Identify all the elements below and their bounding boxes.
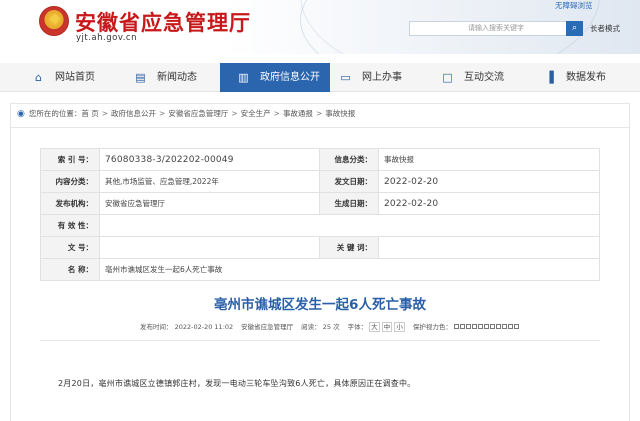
eye-care-swatches [453,324,519,329]
color-swatch[interactable] [513,324,519,329]
table-row: 索 引 号： 76080338-3/202202-00049 信息分类： 事故快… [40,148,600,171]
national-emblem-icon [39,6,69,36]
meta-divider [40,340,600,341]
name-label: 名 称： [40,258,100,281]
location-pin-icon: ◉ [17,108,25,119]
search-icon: ⌕ [571,23,578,33]
document-icon: ▥ [238,70,249,84]
breadcrumb-item[interactable]: 政府信息公开 [111,108,156,119]
color-swatch[interactable] [501,324,507,329]
accessibility-link[interactable]: 无障碍浏览 [555,0,593,11]
breadcrumb-item[interactable]: 安徽省应急管理厅 [168,108,228,119]
font-size-small-button[interactable]: 小 [394,322,405,332]
nav-item-interaction[interactable]: □ 互动交流 [442,63,504,92]
nav-item-data[interactable]: ▐ 数据发布 [544,63,606,92]
font-size-label: 字体： [347,323,368,331]
elder-mode-link[interactable]: 长者模式 [590,23,620,34]
publish-time-value: 2022-02-20 11:02 [174,323,234,331]
nav-item-label: 数据发布 [566,72,606,83]
breadcrumb-prefix: 您所在的位置： [28,109,82,118]
news-icon: ▤ [135,70,146,84]
table-row: 内容分类： 其他,市场监管、应急管理,2022年 发文日期： 2022-02-2… [40,170,600,193]
color-swatch[interactable] [507,324,513,329]
view-count-label: 阅读： [301,323,321,331]
table-row: 发布机构： 安徽省应急管理厅 生成日期： 2022-02-20 [40,192,600,215]
nav-item-label: 网站首页 [55,72,95,83]
article-source: 安徽省应急管理厅 [241,323,294,331]
nav-item-label: 新闻动态 [157,72,197,83]
site-header: 安徽省应急管理厅 yjt.ah.gov.cn 无障碍浏览 请输入搜索关键字 ⌕ … [0,0,640,54]
topic-value: 其他,市场监管、应急管理,2022年 [99,170,320,193]
breadcrumb-separator: > [273,109,280,118]
breadcrumb-item[interactable]: 事故通报 [283,108,313,119]
view-count: 阅读： 25 次 [301,321,339,331]
date-value: 2022-02-20 [378,170,600,193]
date-label: 发文日期： [319,170,379,193]
breadcrumb: ◉ 您所在的位置： 首 页 > 政府信息公开 > 安徽省应急管理厅 > 安全生产… [17,108,355,119]
eye-care-label: 保护视力色： [412,323,452,331]
color-swatch[interactable] [453,324,459,329]
font-size-large-button[interactable]: 大 [369,322,380,332]
chat-icon: □ [442,70,453,84]
name-value: 亳州市谯城区发生一起6人死亡事故 [99,258,600,281]
created-label: 生成日期： [319,192,379,215]
publisher-value: 安徽省应急管理厅 [99,192,320,215]
home-icon: ⌂ [35,70,42,84]
site-domain: yjt.ah.gov.cn [76,33,137,43]
font-size-medium-button[interactable]: 中 [381,322,393,332]
category-label: 信息分类： [319,148,379,171]
docno-label: 文 号： [40,236,100,259]
table-row: 文 号： 关 键 词： [40,236,600,259]
publish-time: 发布时间： 2022-02-20 11:02 [140,321,233,331]
color-swatch[interactable] [459,324,465,329]
breadcrumb-separator: > [231,109,238,118]
nav-item-label: 互动交流 [464,72,504,83]
nav-item-label: 政府信息公开 [260,72,320,83]
document-info-table: 索 引 号： 76080338-3/202202-00049 信息分类： 事故快… [40,148,600,281]
breadcrumb-item[interactable]: 安全生产 [241,108,271,119]
nav-item-news[interactable]: ▤ 新闻动态 [135,63,197,92]
monitor-icon: ▭ [340,70,351,84]
index-label: 索 引 号： [40,148,100,171]
table-row: 有 效 性： [40,214,600,237]
article-body: 2月20日，亳州市谯城区立德镇郭庄村，发现一电动三轮车坠沟致6人死亡，具体原因正… [58,379,416,388]
breadcrumb-separator: > [159,109,166,118]
breadcrumb-separator: > [315,109,323,118]
keywords-value [378,236,600,259]
index-value: 76080338-3/202202-00049 [99,148,320,171]
keywords-label: 关 键 词： [319,236,379,259]
breadcrumb-item[interactable]: 首 页 [81,108,98,119]
validity-label: 有 效 性： [40,214,100,237]
breadcrumb-item[interactable]: 事故快报 [325,108,355,119]
nav-item-gov-info[interactable]: ▥ 政府信息公开 [220,63,330,92]
color-swatch[interactable] [465,324,471,329]
main-nav: ⌂ 网站首页 ▤ 新闻动态 ▥ 政府信息公开 ▭ 网上办事 □ 互动交流 ▐ 数… [0,63,640,92]
publisher-label: 发布机构： [40,192,100,215]
view-count-value: 25 次 [322,323,340,331]
nav-item-home[interactable]: ⌂ 网站首页 [33,63,95,92]
breadcrumb-separator: > [101,109,109,118]
category-value: 事故快报 [378,148,600,171]
chart-icon: ▐ [545,70,554,84]
nav-item-label: 网上办事 [362,72,402,83]
publish-time-label: 发布时间： [140,323,173,331]
color-swatch[interactable] [489,324,495,329]
nav-item-online-service[interactable]: ▭ 网上办事 [340,63,402,92]
docno-value [99,236,320,259]
color-swatch[interactable] [471,324,477,329]
eye-care-controls: 保护视力色： [413,321,519,331]
article-meta: 发布时间： 2022-02-20 11:02 安徽省应急管理厅 阅读： 25 次… [140,321,519,332]
search-button[interactable]: ⌕ [566,21,583,36]
search-input[interactable]: 请输入搜索关键字 [409,21,583,36]
table-row: 名 称： 亳州市谯城区发生一起6人死亡事故 [40,258,600,281]
breadcrumb-divider [10,127,630,128]
article-title: 亳州市谯城区发生一起6人死亡事故 [214,297,426,313]
color-swatch[interactable] [483,324,489,329]
validity-value [99,214,600,237]
font-size-controls: 字体： 大 中 小 [347,321,405,332]
color-swatch[interactable] [495,324,501,329]
topic-label: 内容分类： [40,170,100,193]
color-swatch[interactable] [477,324,483,329]
created-value: 2022-02-20 [378,192,600,215]
